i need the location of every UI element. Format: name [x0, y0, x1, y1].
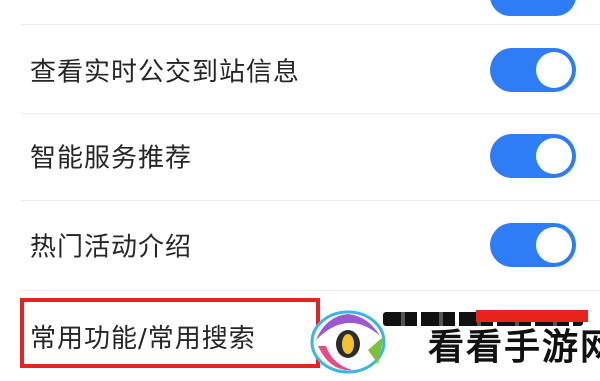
- setting-label: 热门活动介绍: [30, 232, 193, 263]
- setting-row-bus-arrival[interactable]: 查看实时公交到站信息: [0, 27, 600, 113]
- toggle-knob: [536, 138, 572, 174]
- setting-label: 智能服务推荐: [30, 143, 193, 174]
- divider: [20, 24, 600, 25]
- hot-events-toggle[interactable]: [490, 223, 576, 267]
- bus-arrival-toggle[interactable]: [490, 48, 576, 92]
- watermark-text: 看看手游网: [428, 326, 600, 368]
- divider: [20, 200, 600, 201]
- previous-toggle-edge[interactable]: [490, 0, 576, 16]
- kankan-logo-icon: [310, 310, 386, 374]
- settings-screen: 查看实时公交到站信息 智能服务推荐 热门活动介绍 常用功能/常用搜索 看看手游网: [0, 0, 600, 381]
- setting-row-smart-service[interactable]: 智能服务推荐: [0, 113, 600, 199]
- smart-service-toggle[interactable]: [490, 134, 576, 178]
- setting-label: 查看实时公交到站信息: [30, 57, 301, 88]
- watermark: 看看手游网: [300, 300, 600, 381]
- divider: [20, 290, 600, 291]
- previous-row-edge: [0, 0, 600, 24]
- toggle-knob: [536, 52, 572, 88]
- setting-label-common-functions[interactable]: 常用功能/常用搜索: [30, 318, 256, 355]
- setting-row-hot-events[interactable]: 热门活动介绍: [0, 202, 600, 288]
- toggle-knob: [536, 227, 572, 263]
